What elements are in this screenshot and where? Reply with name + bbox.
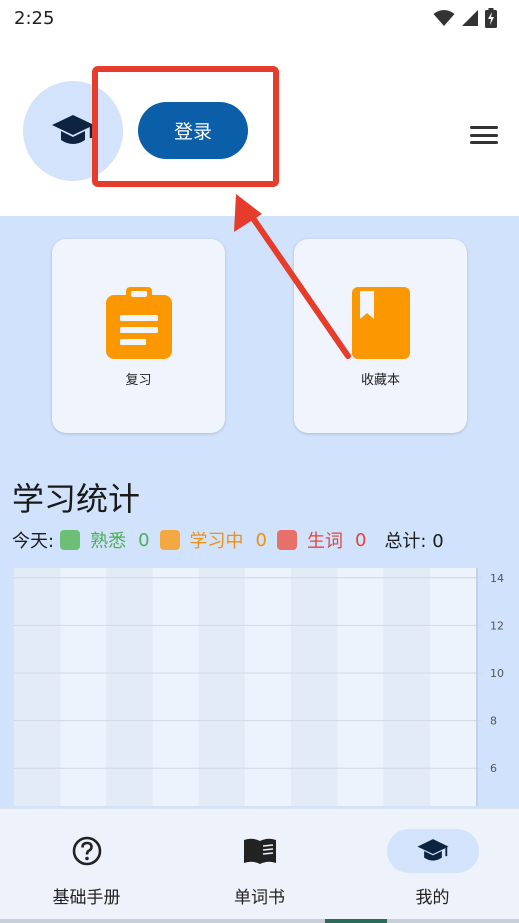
nav-label-wordbook: 单词书 xyxy=(234,888,285,908)
chart-category-band xyxy=(198,568,245,806)
open-book-icon xyxy=(243,838,276,864)
avatar[interactable] xyxy=(23,81,123,181)
familiar-legend-swatch xyxy=(60,530,81,550)
cell-signal-icon xyxy=(462,10,478,26)
favorites-card[interactable]: 收藏本 xyxy=(294,239,467,433)
chart-category-band xyxy=(14,568,61,806)
chart-y-tick-label: 14 xyxy=(490,572,504,585)
bottom-navigation: 基础手册 单词书 我的 xyxy=(0,808,519,920)
familiar-value: 0 xyxy=(138,529,150,551)
learning-value: 0 xyxy=(255,529,267,551)
battery-charging-icon xyxy=(485,8,497,28)
chart-category-band xyxy=(106,568,153,806)
stats-title: 学习统计 xyxy=(12,480,141,518)
chart-category-band xyxy=(152,568,199,806)
chart-category-band xyxy=(337,568,384,806)
chart-y-tick-label: 10 xyxy=(490,667,504,680)
total-label: 总计: 0 xyxy=(384,531,444,552)
new-words-legend-swatch xyxy=(276,530,297,550)
chart-y-tick-label: 12 xyxy=(490,619,504,632)
clipboard-icon xyxy=(105,287,172,359)
status-bar: 2:25 xyxy=(0,0,519,36)
stats-chart: 14 12 10 8 6 xyxy=(14,568,504,806)
new-words-value: 0 xyxy=(354,529,367,551)
review-card[interactable]: 复习 xyxy=(52,239,225,433)
new-words-label: 生词 xyxy=(306,531,343,552)
status-icons xyxy=(433,8,497,28)
favorites-card-label: 收藏本 xyxy=(360,373,400,388)
wifi-icon xyxy=(433,10,455,26)
learning-label: 学习中 xyxy=(189,531,244,552)
gesture-bar xyxy=(0,919,519,923)
learning-legend-swatch xyxy=(159,530,180,550)
status-time: 2:25 xyxy=(14,7,55,29)
help-circle-icon xyxy=(72,836,101,866)
nav-item-handbook[interactable]: 基础手册 xyxy=(0,809,173,920)
nav-label-handbook: 基础手册 xyxy=(52,888,121,908)
nav-item-wordbook[interactable]: 单词书 xyxy=(173,809,346,920)
chart-category-band xyxy=(60,568,107,806)
chart-category-band xyxy=(245,568,292,806)
today-label: 今天: xyxy=(12,531,55,552)
login-button[interactable]: 登录 xyxy=(138,102,248,159)
nav-item-mine[interactable]: 我的 xyxy=(346,809,519,920)
chart-y-tick-label: 6 xyxy=(490,762,497,775)
chart-y-tick-label: 8 xyxy=(490,715,497,728)
chart-category-band xyxy=(291,568,338,806)
profile-header: 登录 xyxy=(0,36,519,216)
bookmark-book-icon xyxy=(351,287,410,359)
graduation-cap-icon xyxy=(52,115,94,144)
nav-label-mine: 我的 xyxy=(415,888,450,908)
graduation-cap-icon xyxy=(416,839,449,861)
chart-category-band xyxy=(383,568,430,806)
today-stats-row: 今天: 熟悉 0 学习中 0 生词 0 总计: 0 xyxy=(12,528,444,553)
chart-category-band xyxy=(429,568,476,806)
hamburger-menu-icon[interactable] xyxy=(469,123,499,147)
review-card-label: 复习 xyxy=(125,373,152,388)
familiar-label: 熟悉 xyxy=(90,531,127,552)
